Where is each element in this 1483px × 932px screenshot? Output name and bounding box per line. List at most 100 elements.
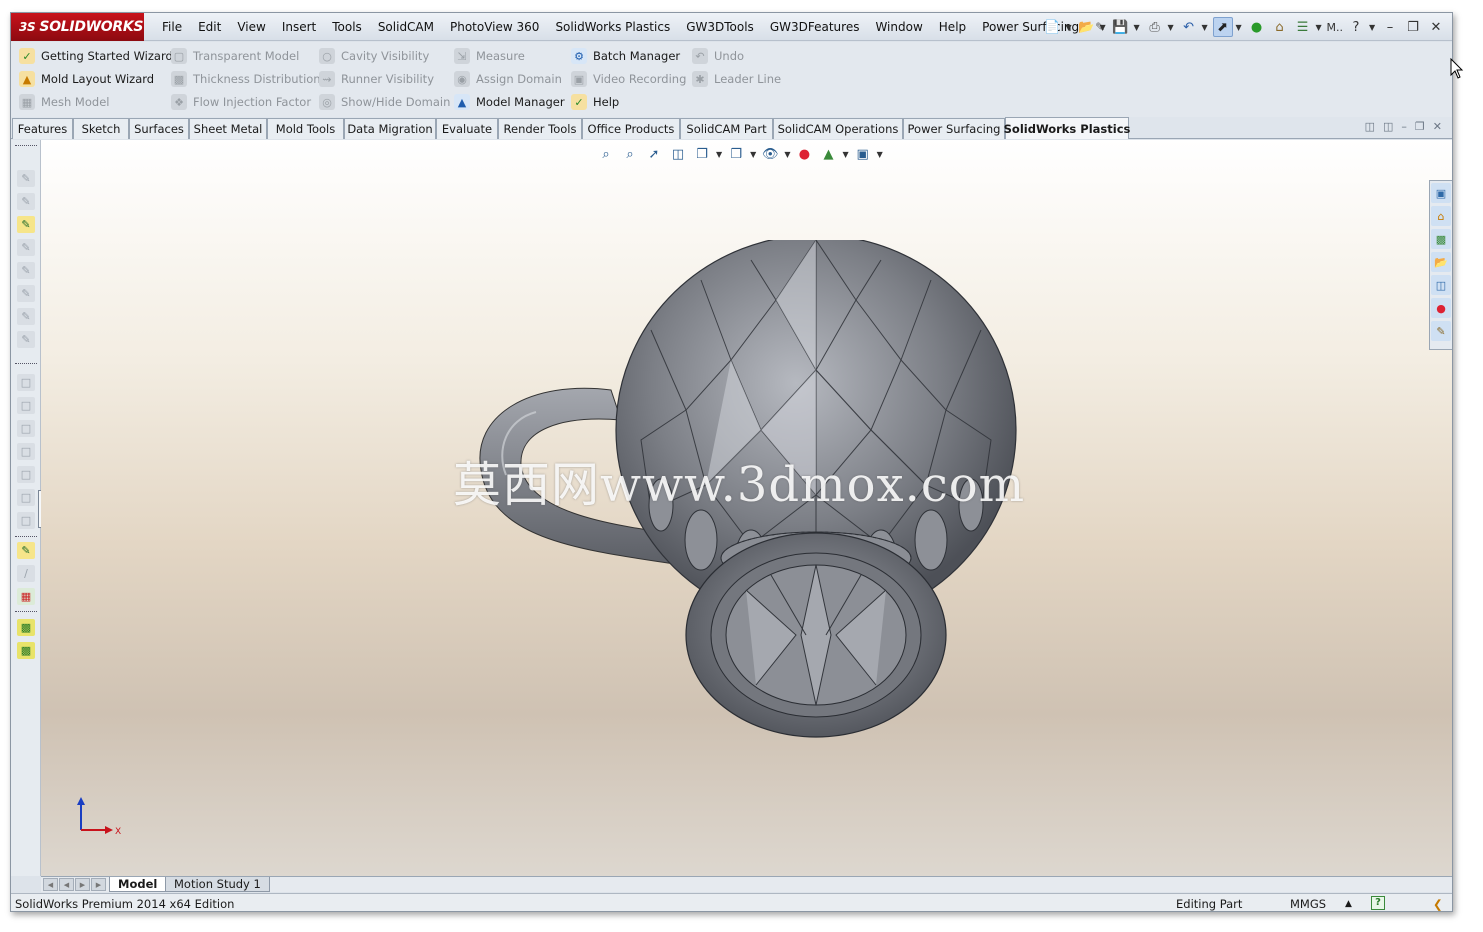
runner-visibility-button[interactable]: ⇝ Runner Visibility — [319, 69, 434, 89]
tab-mold-tools[interactable]: Mold Tools — [267, 118, 344, 139]
tab-model[interactable]: Model — [109, 877, 167, 892]
save-dropdown-icon[interactable]: ▼ — [1134, 23, 1142, 32]
sketch-tool-icon[interactable]: ✎ — [17, 193, 35, 210]
tab-sketch[interactable]: Sketch — [73, 118, 129, 139]
print-icon[interactable]: ⎙ — [1145, 17, 1165, 37]
rebuild-traffic-light-icon[interactable]: ● — [1247, 17, 1267, 37]
prev-tab-icon[interactable]: ◀ — [59, 878, 74, 891]
view-cube-icon[interactable]: □ — [17, 397, 35, 414]
print-dropdown-icon[interactable]: ▼ — [1168, 23, 1176, 32]
view-settings-icon[interactable]: ▣ — [853, 145, 873, 163]
view-settings-dropdown-icon[interactable]: ▼ — [877, 150, 883, 159]
display-style-icon[interactable]: ❒ — [726, 145, 746, 163]
view-cube-icon[interactable]: □ — [17, 443, 35, 460]
video-recording-button[interactable]: ▣ Video Recording — [571, 69, 686, 89]
undo-button[interactable]: ↶ Undo — [692, 46, 744, 66]
apply-scene-dropdown-icon[interactable]: ▼ — [842, 150, 848, 159]
view-orientation-dropdown-icon[interactable]: ▼ — [716, 150, 722, 159]
edit-sketch-icon[interactable]: ✎ — [17, 216, 35, 233]
layer-icon[interactable]: ▩ — [17, 619, 35, 636]
sketch-tool-icon[interactable]: ✎ — [17, 262, 35, 279]
status-units[interactable]: MMGS — [1290, 897, 1326, 911]
close-window-icon[interactable]: ✕ — [1426, 17, 1446, 37]
tile-vertical-icon[interactable]: ◫ — [1383, 120, 1393, 133]
tab-sheet-metal[interactable]: Sheet Metal — [189, 118, 267, 139]
sketch-tool-icon[interactable]: ✎ — [17, 170, 35, 187]
view-palette-icon[interactable]: ◫ — [1431, 275, 1451, 295]
undo-dropdown-icon[interactable]: ▼ — [1202, 23, 1210, 32]
relations-icon[interactable]: ▦ — [17, 588, 35, 605]
help-dropdown-icon[interactable]: ▼ — [1369, 23, 1377, 32]
home-icon[interactable]: ⌂ — [1431, 206, 1451, 226]
layer-icon[interactable]: ▩ — [17, 642, 35, 659]
menu-solidworks-plastics[interactable]: SolidWorks Plastics — [547, 20, 678, 34]
solidworks-logo[interactable]: 3S SOLIDWORKS — [11, 13, 144, 41]
cavity-visibility-button[interactable]: ○ Cavity Visibility — [319, 46, 429, 66]
thickness-distribution-button[interactable]: ▩ Thickness Distribution — [171, 69, 321, 89]
options-dropdown-icon[interactable]: ▼ — [1316, 23, 1324, 32]
section-view-icon[interactable]: ◫ — [668, 145, 688, 163]
flow-injection-factor-button[interactable]: ❖ Flow Injection Factor — [171, 92, 311, 112]
sketch-tool-icon[interactable]: ✎ — [17, 285, 35, 302]
tab-solidworks-plastics[interactable]: SolidWorks Plastics — [1004, 117, 1130, 139]
undo-icon[interactable]: ↶ — [1179, 17, 1199, 37]
select-pointer-icon[interactable]: ⬈ — [1212, 17, 1233, 37]
tab-render-tools[interactable]: Render Tools — [498, 118, 582, 139]
show-hide-domain-button[interactable]: ◎ Show/Hide Domain — [319, 92, 450, 112]
tab-data-migration[interactable]: Data Migration — [344, 118, 436, 139]
help-question-icon[interactable]: ? — [1346, 17, 1366, 37]
assign-domain-button[interactable]: ◉ Assign Domain — [454, 69, 562, 89]
minimize-window-icon[interactable]: – — [1380, 17, 1400, 37]
menu-photoview[interactable]: PhotoView 360 — [442, 20, 547, 34]
doc-restore-icon[interactable]: ❐ — [1415, 120, 1425, 133]
menu-file[interactable]: File — [154, 20, 190, 34]
appearances-icon[interactable]: ● — [1431, 298, 1451, 318]
macro-truncated-label[interactable]: M.. — [1327, 21, 1343, 34]
menu-gw3dfeatures[interactable]: GW3DFeatures — [762, 20, 868, 34]
menu-solidcam[interactable]: SolidCAM — [370, 20, 442, 34]
menu-tools[interactable]: Tools — [324, 20, 370, 34]
edit-appearance-icon[interactable]: ● — [794, 145, 814, 163]
sketch-tool-icon[interactable]: ✎ — [17, 239, 35, 256]
measure-button[interactable]: ⇲ Measure — [454, 46, 525, 66]
view-cube-icon[interactable]: □ — [17, 512, 35, 529]
view-orientation-icon[interactable]: ❐ — [692, 145, 712, 163]
line-tool-icon[interactable]: ∕ — [17, 565, 35, 582]
doc-close-icon[interactable]: ✕ — [1433, 120, 1442, 133]
units-up-arrow-icon[interactable]: ▲ — [1345, 899, 1352, 909]
first-tab-icon[interactable]: ◀ — [43, 878, 58, 891]
open-folder-icon[interactable]: 📂 — [1077, 17, 1097, 37]
apply-scene-icon[interactable]: ▲ — [818, 145, 838, 163]
design-library-icon[interactable]: ▩ — [1431, 229, 1451, 249]
custom-properties-icon[interactable]: ✎ — [1431, 321, 1451, 341]
tab-features[interactable]: Features — [12, 118, 73, 139]
tab-surfaces[interactable]: Surfaces — [129, 118, 189, 139]
save-icon[interactable]: 💾 — [1111, 17, 1131, 37]
sketch-tool-icon[interactable]: ✎ — [17, 331, 35, 348]
status-expand-icon[interactable]: ❮ — [1433, 897, 1443, 911]
tab-power-surfacing[interactable]: Power Surfacing — [903, 118, 1005, 139]
view-cube-icon[interactable]: □ — [17, 489, 35, 506]
view-cube-icon[interactable]: □ — [17, 466, 35, 483]
next-tab-icon[interactable]: ▶ — [75, 878, 90, 891]
zoom-to-fit-icon[interactable]: ⌕ — [596, 145, 616, 163]
view-cube-icon[interactable]: □ — [17, 374, 35, 391]
sketch-tool-icon[interactable]: ✎ — [17, 308, 35, 325]
tile-horizontal-icon[interactable]: ◫ — [1365, 120, 1375, 133]
solidworks-resources-icon[interactable]: ▣ — [1431, 183, 1451, 203]
select-dropdown-icon[interactable]: ▼ — [1236, 23, 1244, 32]
transparent-model-button[interactable]: ▢ Transparent Model — [171, 46, 299, 66]
mold-layout-wizard-button[interactable]: ▲ Mold Layout Wizard — [19, 69, 154, 89]
smart-dimension-icon[interactable]: ✎ — [17, 542, 35, 559]
options-icon[interactable]: ☰ — [1293, 17, 1313, 37]
tab-solidcam-part[interactable]: SolidCAM Part — [680, 118, 773, 139]
menu-edit[interactable]: Edit — [190, 20, 229, 34]
batch-manager-button[interactable]: ⚙ Batch Manager — [571, 46, 680, 66]
file-properties-icon[interactable]: ⌂ — [1270, 17, 1290, 37]
open-dropdown-icon[interactable]: ▼ — [1100, 23, 1108, 32]
new-document-icon[interactable]: 📄 — [1043, 17, 1063, 37]
zoom-to-area-icon[interactable]: ⌕ — [620, 145, 640, 163]
graphics-area[interactable]: ⌕ ⌕ ➚ ◫ ❐ ▼ ❒ ▼ 👁 ▼ ● ▲ ▼ ▣ ▼ 莫西网www.3dm… — [41, 140, 1452, 876]
display-style-dropdown-icon[interactable]: ▼ — [750, 150, 756, 159]
menu-window[interactable]: Window — [867, 20, 930, 34]
